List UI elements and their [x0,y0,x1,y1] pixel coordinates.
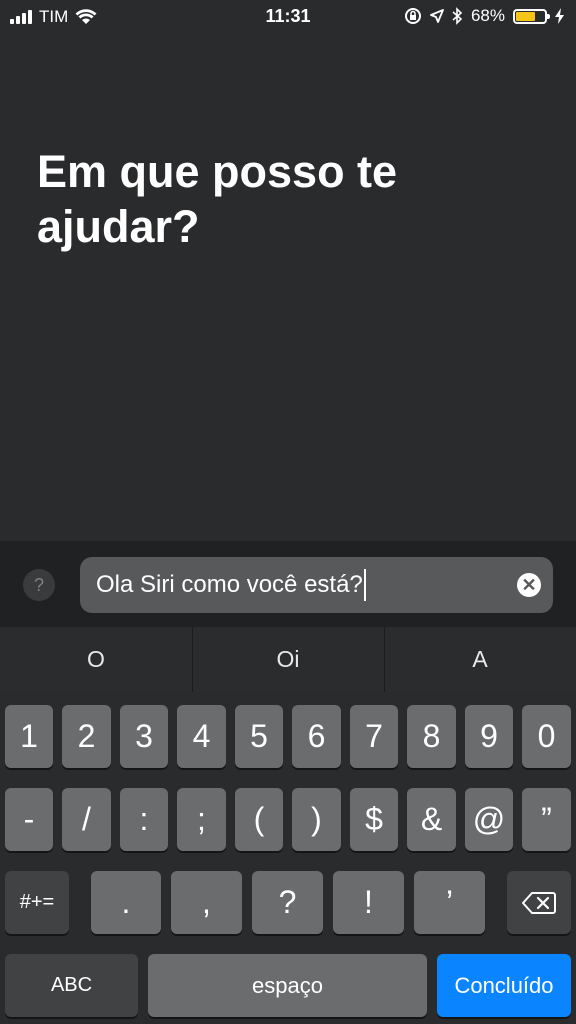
bluetooth-icon [452,7,463,25]
keyboard: 1 2 3 4 5 6 7 8 9 0 - / : ; ( ) $ & @ ” … [0,692,576,1024]
key-hyphen[interactable]: - [5,788,53,851]
key-quote[interactable]: ” [522,788,571,851]
key-comma[interactable]: , [171,871,242,934]
clear-icon[interactable]: ✕ [517,573,541,597]
key-4[interactable]: 4 [177,705,226,768]
key-dollar[interactable]: $ [350,788,398,851]
battery-icon [513,8,550,24]
key-7[interactable]: 7 [350,705,398,768]
space-key[interactable]: espaço [148,954,427,1017]
text-cursor [363,569,366,601]
suggestion-2[interactable]: Oi [192,627,384,692]
suggestion-3[interactable]: A [384,627,576,692]
key-colon[interactable]: : [120,788,168,851]
location-icon [430,9,444,23]
key-6[interactable]: 6 [292,705,341,768]
key-9[interactable]: 9 [465,705,513,768]
key-apostrophe[interactable]: ’ [414,871,485,934]
siri-prompt: Em que posso te ajudar? [37,146,398,252]
suggestion-1[interactable]: O [0,627,192,692]
key-abc[interactable]: ABC [5,954,138,1017]
key-symbols[interactable]: #+= [5,871,69,934]
key-5[interactable]: 5 [235,705,283,768]
quicktype-suggestions: O Oi A [0,627,576,692]
key-8[interactable]: 8 [407,705,456,768]
key-exclamation[interactable]: ! [333,871,404,934]
key-slash[interactable]: / [62,788,111,851]
key-2[interactable]: 2 [62,705,111,768]
status-bar: TIM 11:31 68% [0,0,576,34]
charging-icon [555,8,564,24]
key-1[interactable]: 1 [5,705,53,768]
help-button[interactable]: ? [23,569,55,601]
key-question[interactable]: ? [252,871,323,934]
key-0[interactable]: 0 [522,705,571,768]
siri-text-value: Ola Siri como você está? [96,571,363,598]
key-period[interactable]: . [91,871,161,934]
siri-text-field[interactable]: Ola Siri como você está? ✕ [80,557,553,613]
delete-icon [522,891,556,914]
key-semicolon[interactable]: ; [177,788,226,851]
key-close-paren[interactable]: ) [292,788,341,851]
backspace-button[interactable] [507,871,571,934]
orientation-lock-icon [404,8,421,24]
key-ampersand[interactable]: & [407,788,456,851]
status-right: 68% [404,6,564,26]
battery-percent: 68% [470,6,505,25]
key-open-paren[interactable]: ( [235,788,283,851]
done-button[interactable]: Concluído [437,954,571,1017]
key-at[interactable]: @ [465,788,513,851]
key-3[interactable]: 3 [120,705,168,768]
